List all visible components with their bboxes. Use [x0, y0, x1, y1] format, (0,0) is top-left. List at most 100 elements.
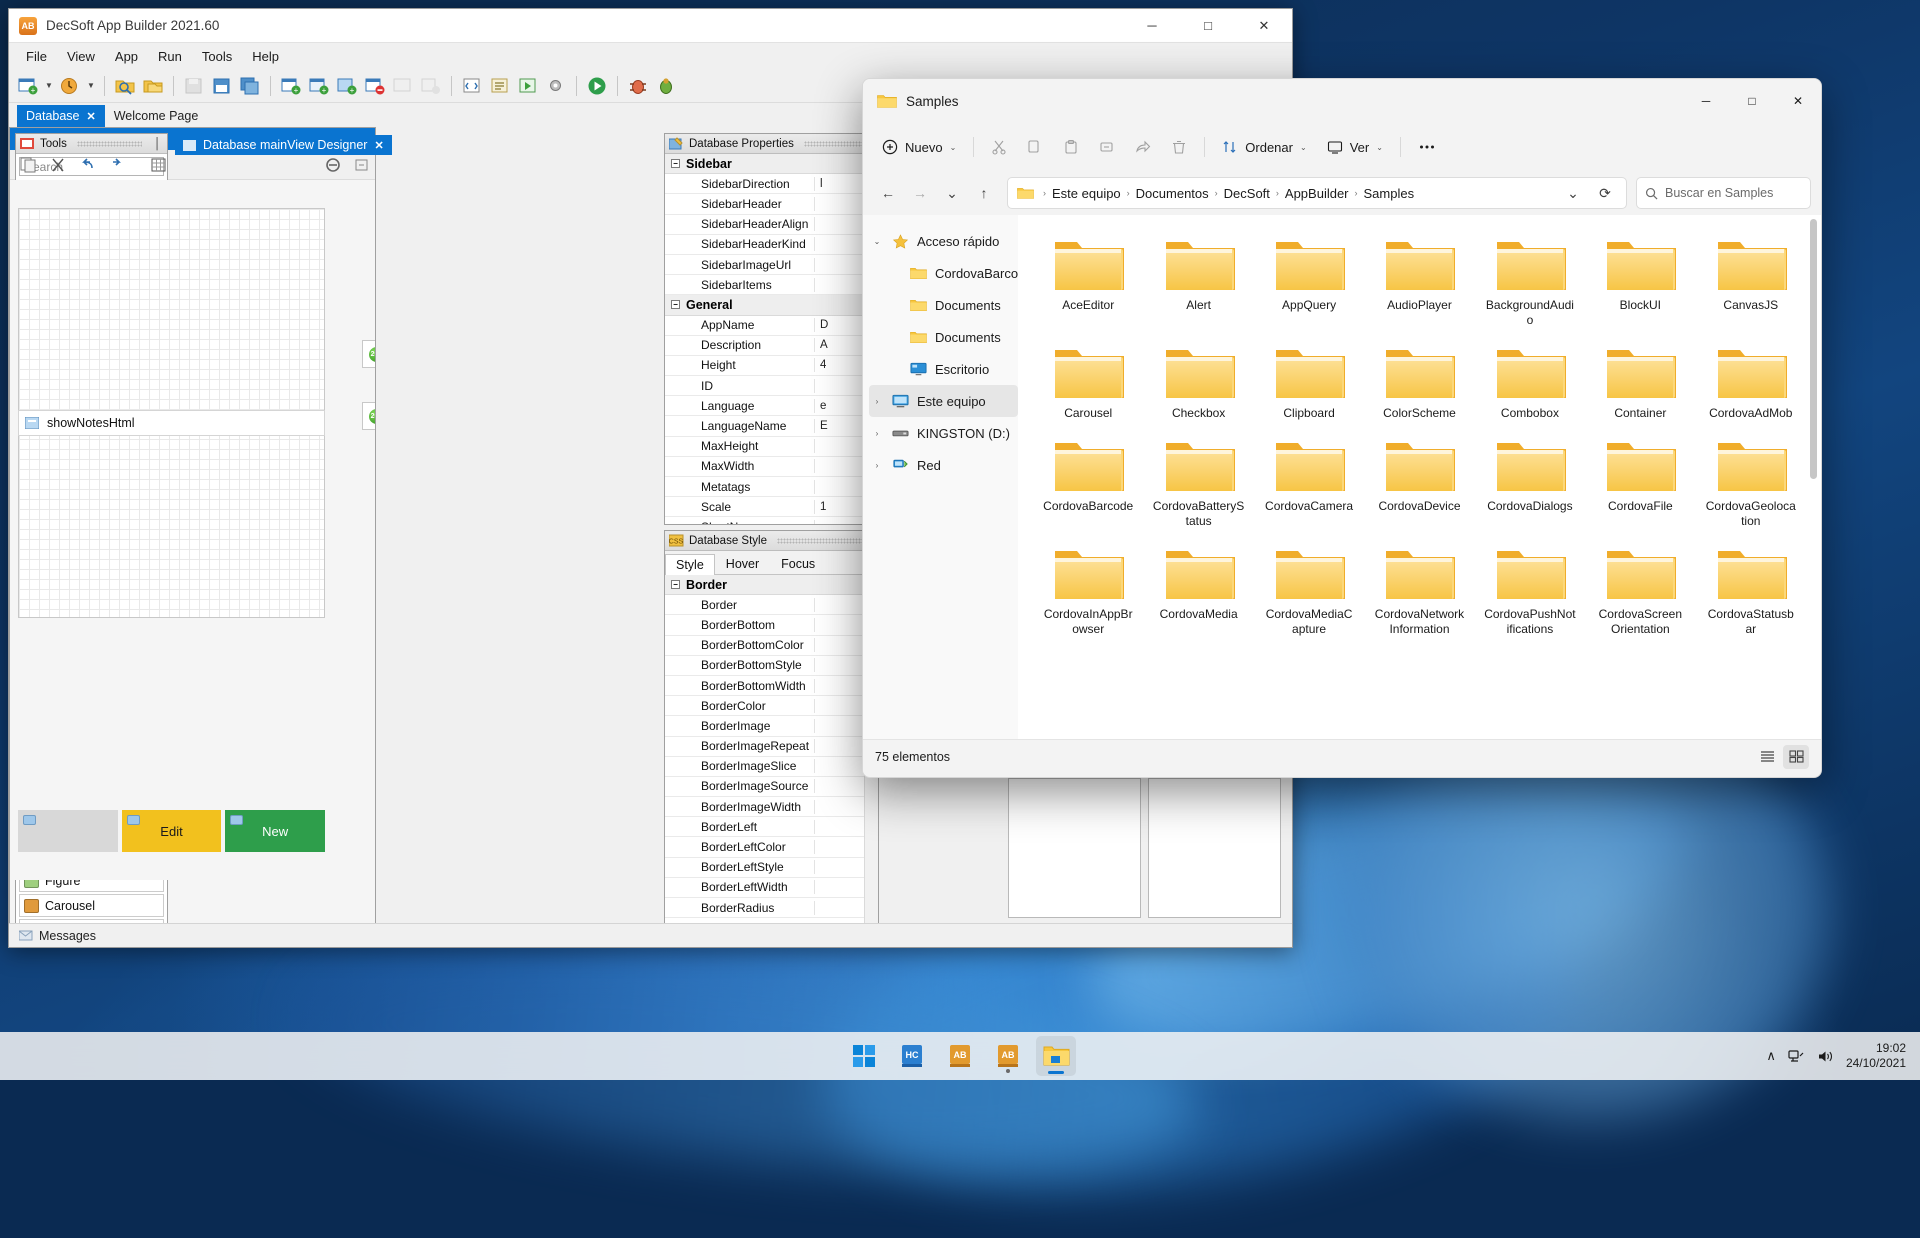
chevron-down-icon[interactable]: ⌄	[1376, 143, 1383, 152]
style-row[interactable]: BorderLeftColor	[665, 837, 878, 858]
tools-panel-grip[interactable]	[76, 140, 143, 147]
minimize-button[interactable]: ─	[1124, 9, 1180, 42]
folder-item[interactable]: CordovaNetworkInformation	[1365, 538, 1473, 640]
style-row[interactable]: BorderLeft	[665, 817, 878, 838]
folder-item[interactable]: CordovaScreenOrientation	[1586, 538, 1694, 640]
style-tab-style[interactable]: Style	[665, 554, 715, 575]
large-icons-view-button[interactable]	[1783, 744, 1809, 769]
style-row[interactable]: BorderBottomStyle	[665, 656, 878, 676]
new-project-icon[interactable]: +	[15, 73, 41, 99]
designer-button-new[interactable]: New	[225, 810, 326, 852]
designer-button-blank[interactable]	[18, 810, 118, 852]
style-row[interactable]: BorderBottom	[665, 615, 878, 636]
folder-item[interactable]: CordovaMedia	[1144, 538, 1252, 640]
save-as-icon[interactable]	[209, 73, 235, 99]
breadcrumb-item-documentos[interactable]: Documentos	[1132, 183, 1213, 204]
collapse-icon[interactable]: −	[671, 159, 680, 169]
pin-icon[interactable]: │	[152, 138, 163, 150]
folder-item[interactable]: CordovaFile	[1586, 430, 1694, 532]
folder-item[interactable]: Container	[1586, 337, 1694, 424]
folder-item[interactable]: CordovaDevice	[1365, 430, 1473, 532]
sidebar-item-red[interactable]: › Red	[869, 449, 1018, 481]
style-row[interactable]: BorderImageSlice	[665, 757, 878, 777]
recent-projects-dropdown-icon[interactable]: ▼	[85, 73, 97, 99]
app-builder-titlebar[interactable]: AB DecSoft App Builder 2021.60 ─ □ ✕	[9, 9, 1292, 43]
tab-welcome-page[interactable]: Welcome Page	[105, 105, 208, 127]
folder-item[interactable]: CordovaStatusbar	[1697, 538, 1805, 640]
designer-button-edit[interactable]: Edit	[121, 810, 222, 852]
sidebar-item-cordovabarcode[interactable]: CordovaBarcode	[887, 257, 1018, 289]
folder-item[interactable]: CordovaCamera	[1255, 430, 1363, 532]
folder-item[interactable]: Checkbox	[1144, 337, 1252, 424]
designer-tab[interactable]: Database mainView Designer ✕	[175, 135, 392, 155]
database-properties-list[interactable]: − Sidebar SidebarDirection l SidebarHeader Si…	[665, 154, 878, 524]
command-ordenar[interactable]: Ordenar ⌄	[1213, 131, 1315, 163]
refresh-button[interactable]: ⟳	[1590, 178, 1620, 208]
property-row[interactable]: SidebarItems	[665, 275, 878, 296]
start-button[interactable]	[844, 1036, 884, 1076]
style-row[interactable]: BorderBottomWidth	[665, 676, 878, 697]
property-row[interactable]: AppName D	[665, 316, 878, 336]
open-folder-icon[interactable]	[140, 73, 166, 99]
explorer-minimize-button[interactable]: ─	[1683, 79, 1729, 123]
taskbar-item-ab1[interactable]: AB	[940, 1036, 980, 1076]
folder-item[interactable]: Combobox	[1476, 337, 1584, 424]
properties-panel-grip[interactable]	[803, 140, 869, 147]
command-more[interactable]	[1409, 131, 1445, 163]
search-input[interactable]: Buscar en Samples	[1636, 177, 1811, 209]
property-row[interactable]: MaxWidth	[665, 457, 878, 477]
scrollbar-thumb[interactable]	[1810, 219, 1817, 479]
folder-item[interactable]: AceEditor	[1034, 229, 1142, 331]
sidebar-item-acceso-r-pido[interactable]: ⌄ Acceso rápido	[869, 225, 1018, 257]
explorer-file-list[interactable]: AceEditor Alert AppQuery AudioPlayer Backgro…	[1018, 215, 1821, 739]
folder-item[interactable]: CordovaMediaCapture	[1255, 538, 1363, 640]
property-row[interactable]: Metatags	[665, 477, 878, 498]
breadcrumb[interactable]: › Este equipo › Documentos › DecSoft › AppBuild…	[1007, 177, 1627, 209]
property-row[interactable]: Description A	[665, 336, 878, 356]
designer-tab-close-icon[interactable]: ✕	[374, 139, 383, 152]
close-button[interactable]: ✕	[1236, 9, 1292, 42]
folder-item[interactable]: CordovaAdMob	[1697, 337, 1805, 424]
property-row[interactable]: Scale 1	[665, 497, 878, 518]
explorer-titlebar[interactable]: Samples ─ □ ✕	[863, 79, 1821, 123]
style-panel-grip[interactable]	[777, 537, 869, 544]
chevron-right-icon[interactable]: ›	[869, 397, 885, 406]
chevron-down-icon[interactable]: ⌄	[869, 237, 885, 246]
forward-button[interactable]: →	[905, 178, 935, 208]
redo-icon[interactable]	[103, 152, 129, 178]
breadcrumb-item-samples[interactable]: Samples	[1360, 183, 1419, 204]
gear-icon[interactable]	[543, 73, 569, 99]
style-row[interactable]: BorderBottomColor	[665, 636, 878, 656]
property-value[interactable]: D	[815, 319, 828, 331]
sidebar-item-escritorio[interactable]: Escritorio	[887, 353, 1018, 385]
grid-toggle-icon[interactable]	[146, 152, 172, 178]
property-value[interactable]: e	[815, 400, 826, 412]
property-row[interactable]: MaxHeight	[665, 437, 878, 457]
tab-close-icon[interactable]: ✕	[87, 110, 96, 123]
taskbar-item-hc[interactable]: HC	[892, 1036, 932, 1076]
sidebar-item-este-equipo[interactable]: › Este equipo	[869, 385, 1018, 417]
style-row[interactable]: BorderImageRepeat	[665, 737, 878, 757]
sidebar-item-documents[interactable]: Documents	[887, 321, 1018, 353]
script-icon[interactable]	[487, 73, 513, 99]
sidebar-item-kingston-d-[interactable]: › KINGSTON (D:)	[869, 417, 1018, 449]
property-value[interactable]: A	[815, 339, 828, 351]
database-style-list[interactable]: − Border Border BorderBottom BorderBottomCol…	[665, 575, 878, 933]
add-template-icon[interactable]: +	[334, 73, 360, 99]
style-row[interactable]: BorderImage	[665, 716, 878, 737]
property-row[interactable]: Height 4	[665, 356, 878, 377]
folder-item[interactable]: AppQuery	[1255, 229, 1363, 331]
menu-item-file[interactable]: File	[17, 46, 56, 67]
explorer-close-button[interactable]: ✕	[1775, 79, 1821, 123]
properties-group-sidebar[interactable]: − Sidebar	[665, 154, 878, 175]
folder-item[interactable]: BlockUI	[1586, 229, 1694, 331]
taskbar-clock[interactable]: 19:02 24/10/2021	[1846, 1041, 1910, 1071]
command-nuevo[interactable]: Nuevo ⌄	[873, 131, 965, 163]
chevron-down-icon[interactable]: ⌄	[1300, 143, 1307, 152]
copy-control-icon[interactable]	[16, 152, 42, 178]
breadcrumb-item-decsoft[interactable]: DecSoft	[1220, 183, 1274, 204]
folder-item[interactable]: Clipboard	[1255, 337, 1363, 424]
open-project-icon[interactable]	[112, 73, 138, 99]
menu-item-run[interactable]: Run	[149, 46, 191, 67]
folder-item[interactable]: CordovaGeolocation	[1697, 430, 1805, 532]
